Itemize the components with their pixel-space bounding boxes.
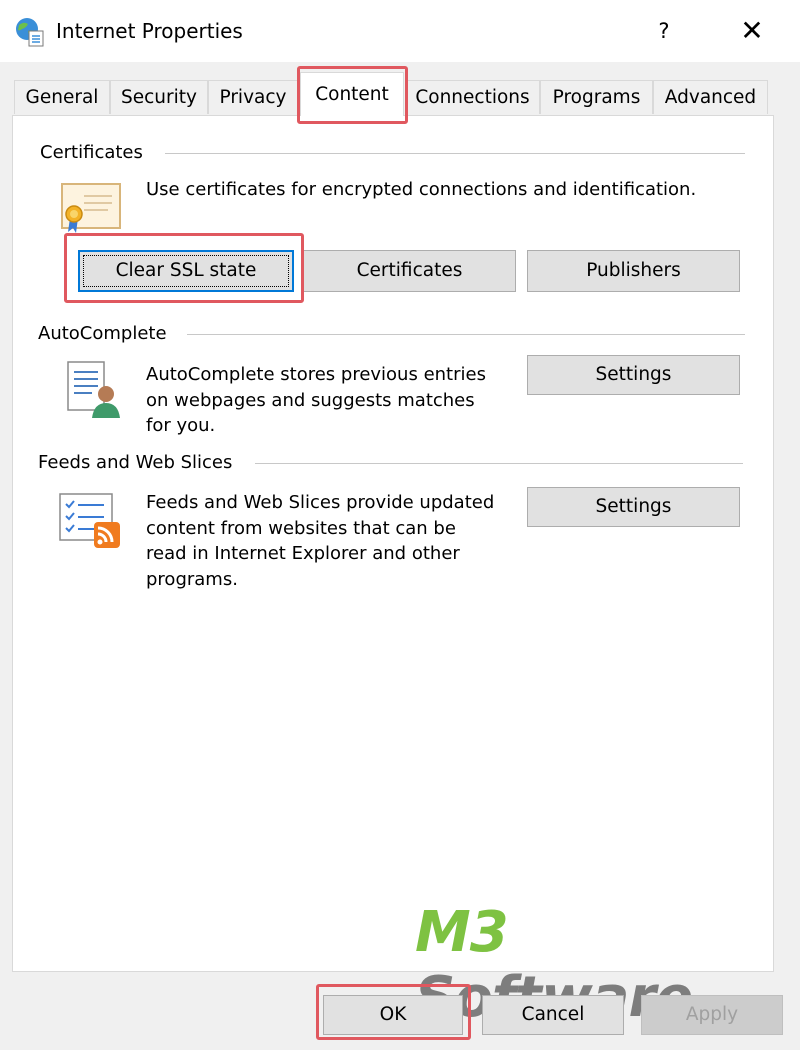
certificates-description: Use certificates for encrypted connectio… xyxy=(146,179,697,200)
focus-rectangle xyxy=(83,255,289,287)
certificates-button[interactable]: Certificates xyxy=(303,250,516,292)
publishers-button[interactable]: Publishers xyxy=(527,250,740,292)
tab-general[interactable]: General xyxy=(14,80,110,114)
autocomplete-desc-line: on webpages and suggests matches xyxy=(146,389,475,411)
feeds-desc-line: Feeds and Web Slices provide updated xyxy=(146,492,495,513)
tab-security[interactable]: Security xyxy=(110,80,208,114)
tab-content[interactable]: Content xyxy=(300,72,404,116)
close-button[interactable]: ✕ xyxy=(730,14,774,48)
certificates-heading: Certificates xyxy=(40,142,153,163)
apply-button[interactable]: Apply xyxy=(641,995,783,1035)
window-title: Internet Properties xyxy=(56,19,243,43)
ok-button[interactable]: OK xyxy=(323,995,463,1035)
tab-programs[interactable]: Programs xyxy=(540,80,653,114)
feeds-desc-line: read in Internet Explorer and other xyxy=(146,543,460,564)
autocomplete-divider xyxy=(187,334,745,335)
certificates-divider xyxy=(165,153,745,154)
certificate-icon xyxy=(60,182,122,234)
tab-privacy[interactable]: Privacy xyxy=(208,80,298,114)
tab-connections[interactable]: Connections xyxy=(405,80,540,114)
autocomplete-settings-button[interactable]: Settings xyxy=(527,355,740,395)
autocomplete-heading: AutoComplete xyxy=(38,323,177,344)
feeds-heading: Feeds and Web Slices xyxy=(38,452,243,473)
feeds-desc-line: programs. xyxy=(146,568,238,590)
autocomplete-icon xyxy=(66,358,124,420)
help-button[interactable]: ? xyxy=(644,16,684,46)
autocomplete-desc-line: AutoComplete stores previous entries xyxy=(146,364,486,385)
feeds-desc-line: content from websites that can be xyxy=(146,517,456,539)
cancel-button[interactable]: Cancel xyxy=(482,995,624,1035)
tab-advanced[interactable]: Advanced xyxy=(653,80,768,114)
autocomplete-description: AutoComplete stores previous entries on … xyxy=(146,362,516,439)
clear-ssl-state-button[interactable]: Clear SSL state xyxy=(78,250,294,292)
autocomplete-desc-line: for you. xyxy=(146,415,216,436)
internet-properties-icon xyxy=(14,17,44,47)
feeds-description: Feeds and Web Slices provide updated con… xyxy=(146,490,526,592)
feeds-settings-button[interactable]: Settings xyxy=(527,487,740,527)
feeds-divider xyxy=(255,463,743,464)
feeds-icon xyxy=(58,490,124,550)
